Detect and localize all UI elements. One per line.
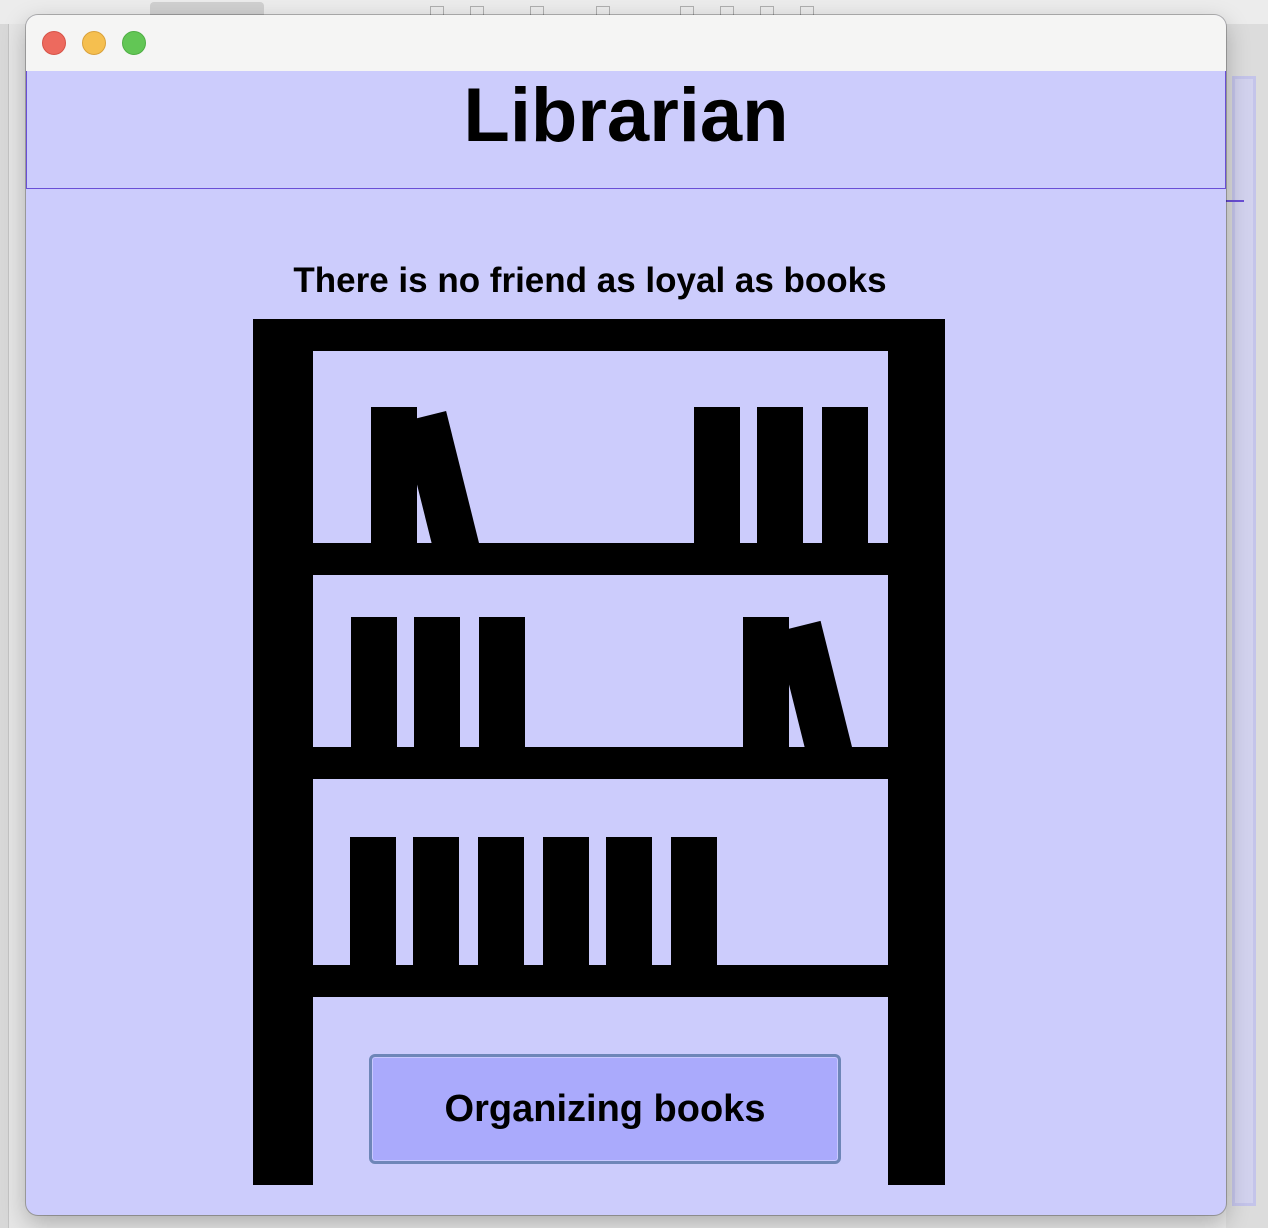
book: [757, 407, 803, 543]
book: [413, 837, 459, 965]
background-right-divider: [1226, 200, 1244, 202]
window-titlebar[interactable]: [26, 15, 1226, 72]
app-title: Librarian: [463, 73, 789, 158]
book: [350, 837, 396, 965]
librarian-window: Librarian There is no friend as loyal as…: [26, 15, 1226, 1215]
shelf-top-board: [253, 319, 945, 351]
header-panel: Librarian: [26, 71, 1226, 189]
book: [543, 837, 589, 965]
organize-books-button[interactable]: Organizing books: [369, 1054, 841, 1164]
book: [671, 837, 717, 965]
book: [479, 617, 525, 747]
shelf-board: [253, 747, 945, 779]
book: [414, 617, 460, 747]
background-left-panel: [0, 24, 9, 1228]
book: [694, 407, 740, 543]
book: [606, 837, 652, 965]
book: [351, 617, 397, 747]
book: [822, 407, 868, 543]
close-button[interactable]: [42, 31, 66, 55]
minimize-button[interactable]: [82, 31, 106, 55]
tagline: There is no friend as loyal as books: [293, 261, 887, 300]
maximize-button[interactable]: [122, 31, 146, 55]
book: [478, 837, 524, 965]
background-right-inner-panel: [1232, 76, 1256, 1206]
shelf-board: [253, 965, 945, 997]
shelf-board: [253, 543, 945, 575]
